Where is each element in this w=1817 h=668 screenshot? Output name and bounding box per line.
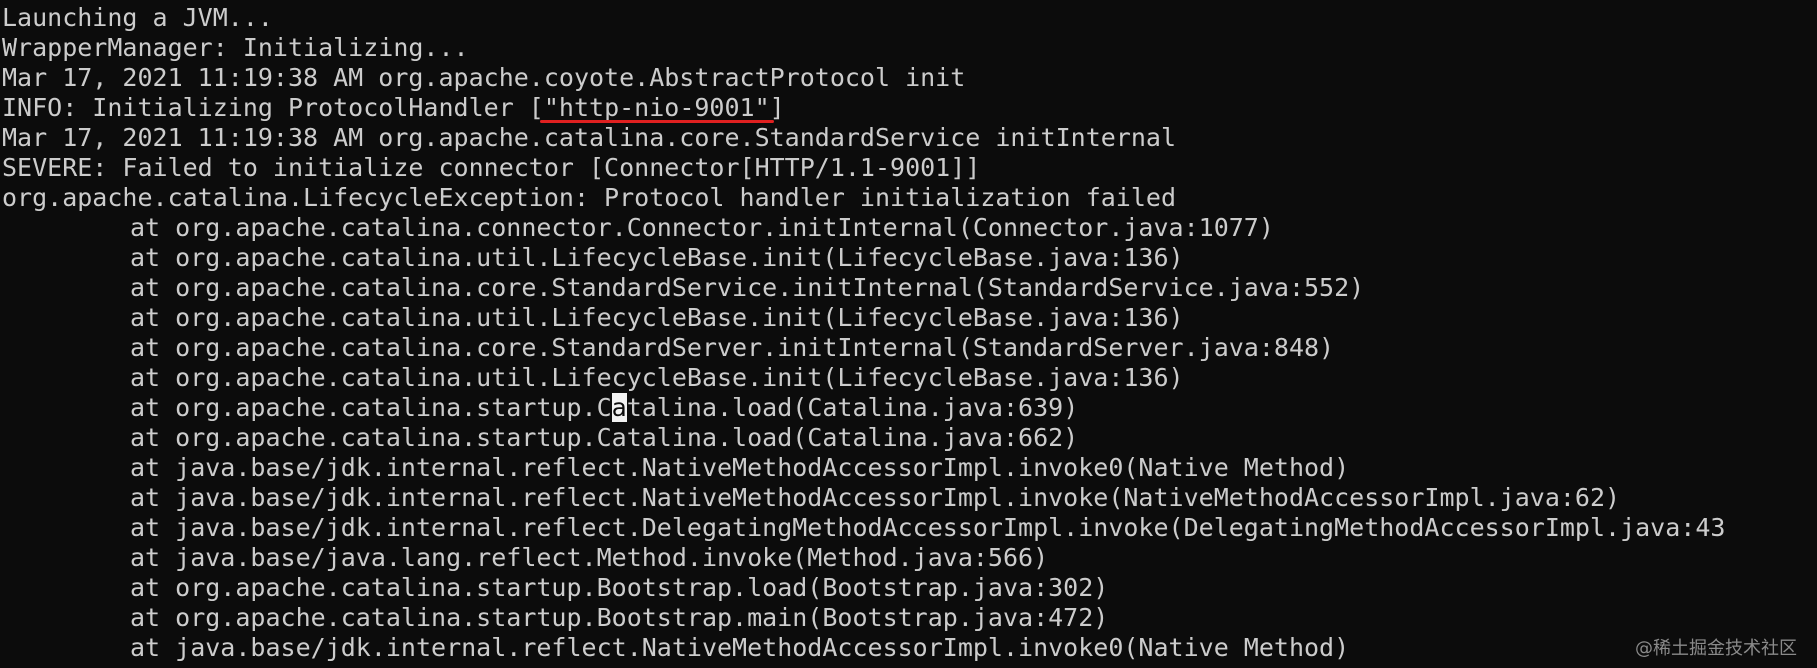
stack-trace-line: at org.apache.catalina.startup.Bootstrap… — [130, 603, 1109, 632]
terminal-window[interactable]: Launching a JVM... WrapperManager: Initi… — [0, 0, 1817, 668]
info-line: INFO: Initializing ProtocolHandler ["htt… — [0, 93, 1817, 123]
exception-line: org.apache.catalina.LifecycleException: … — [2, 183, 1176, 212]
stack-trace-line: at org.apache.catalina.core.StandardServ… — [130, 333, 1335, 362]
cursor-line-prefix: at org.apache.catalina.startup.C — [130, 393, 612, 422]
stack-trace-line: at java.base/jdk.internal.reflect.Native… — [130, 483, 1621, 512]
stack-trace-line: at org.apache.catalina.util.LifecycleBas… — [130, 303, 1184, 332]
stack-trace-line: at org.apache.catalina.util.LifecycleBas… — [130, 243, 1184, 272]
log-line: Launching a JVM... — [2, 3, 273, 32]
stack-trace-line: at org.apache.catalina.core.StandardServ… — [130, 273, 1365, 302]
highlighted-protocol-handler: "http-nio-9001" — [543, 93, 770, 122]
info-prefix: INFO: Initializing ProtocolHandler [ — [2, 93, 544, 122]
text-cursor[interactable]: a — [611, 393, 627, 422]
log-line: WrapperManager: Initializing... — [2, 33, 469, 62]
stack-trace-line: at java.base/jdk.internal.reflect.Native… — [130, 633, 1350, 662]
severe-line: SEVERE: Failed to initialize connector [… — [2, 153, 981, 182]
watermark: @稀土掘金技术社区 — [1635, 638, 1797, 659]
info-suffix: ] — [769, 93, 785, 122]
stack-trace-line: at org.apache.catalina.startup.Bootstrap… — [130, 573, 1109, 602]
stack-trace-line: at java.base/java.lang.reflect.Method.in… — [130, 543, 1049, 572]
cursor-line-suffix: talina.load(Catalina.java:639) — [626, 393, 1079, 422]
stack-trace-line: at java.base/jdk.internal.reflect.Native… — [130, 453, 1350, 482]
stack-trace-line: at java.base/jdk.internal.reflect.Delega… — [130, 513, 1726, 542]
log-line: Mar 17, 2021 11:19:38 AM org.apache.coyo… — [2, 63, 966, 92]
stack-trace-line: at org.apache.catalina.startup.Catalina.… — [130, 423, 1079, 452]
stack-trace-line-with-cursor: at org.apache.catalina.startup.Catalina.… — [0, 393, 1817, 423]
stack-trace-line: at org.apache.catalina.util.LifecycleBas… — [130, 363, 1184, 392]
log-line: Mar 17, 2021 11:19:38 AM org.apache.cata… — [2, 123, 1176, 152]
stack-trace-line: at org.apache.catalina.connector.Connect… — [130, 213, 1274, 242]
